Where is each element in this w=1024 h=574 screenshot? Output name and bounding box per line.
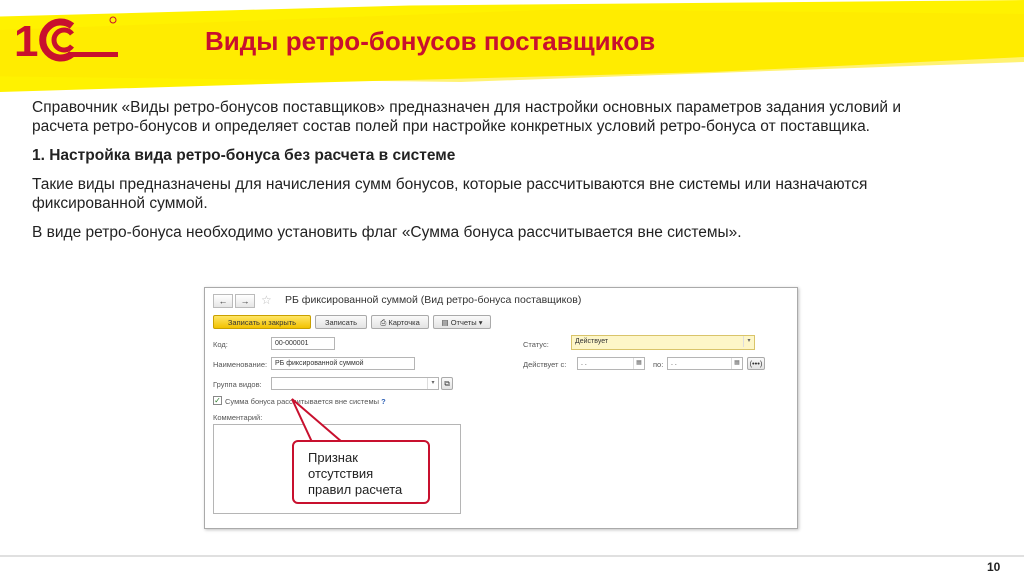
valid-to-value: . . <box>671 360 677 367</box>
name-label: Наименование: <box>213 360 268 369</box>
favorite-star-icon[interactable]: ☆ <box>261 293 272 307</box>
status-label: Статус: <box>523 340 549 349</box>
form-title: РБ фиксированной суммой (Вид ретро-бонус… <box>285 294 582 306</box>
slide-body: Справочник «Виды ретро-бонусов поставщик… <box>32 98 932 252</box>
group-field[interactable]: ▾ <box>271 377 439 390</box>
callout-box: Признак отсутствия правил расчета <box>292 440 430 504</box>
svg-text:1: 1 <box>14 17 38 64</box>
status-value: Действует <box>575 338 609 345</box>
calendar-icon[interactable]: ▦ <box>731 358 742 369</box>
intro-paragraph: Справочник «Виды ретро-бонусов поставщик… <box>32 99 902 135</box>
valid-from-label: Действует с: <box>523 360 567 369</box>
valid-from-value: . . <box>581 360 587 367</box>
valid-from-field[interactable]: . . ▦ <box>577 357 645 370</box>
reports-button-label: Отчеты <box>450 318 477 327</box>
valid-to-field[interactable]: . . ▦ <box>667 357 743 370</box>
report-icon: ▤ <box>441 318 451 327</box>
save-and-close-button[interactable]: Записать и закрыть <box>213 315 311 329</box>
callout-pointer-icon <box>291 398 345 443</box>
card-button-label: Карточка <box>388 318 420 327</box>
open-link-icon[interactable]: ⧉ <box>441 377 453 390</box>
help-icon[interactable]: ? <box>381 397 386 406</box>
code-label: Код: <box>213 340 228 349</box>
instruction-paragraph: В виде ретро-бонуса необходимо установит… <box>32 224 742 241</box>
page-number: 10 <box>987 560 1001 574</box>
callout-line-2: отсутствия <box>308 466 374 481</box>
section-heading: 1. Настройка вида ретро-бонуса без расче… <box>32 147 456 164</box>
chevron-down-icon[interactable]: ▾ <box>743 336 754 347</box>
description-paragraph: Такие виды предназначены для начисления … <box>32 176 868 212</box>
valid-to-label: по: <box>653 360 664 369</box>
back-button[interactable]: ← <box>213 294 233 308</box>
1c-logo-icon: 1 <box>14 16 118 64</box>
save-button[interactable]: Записать <box>315 315 367 329</box>
footer-divider <box>0 555 1024 557</box>
period-select-button[interactable]: (•••) <box>747 357 765 370</box>
chevron-down-icon[interactable]: ▾ <box>427 378 438 389</box>
status-select[interactable]: Действует ▾ <box>571 335 755 350</box>
callout-line-1: Признак <box>308 450 358 465</box>
reports-button[interactable]: ▤ Отчеты ▾ <box>433 315 491 329</box>
code-field[interactable]: 00-000001 <box>271 337 335 350</box>
callout-line-3: правил расчета <box>308 482 403 497</box>
comment-label: Комментарий: <box>213 413 263 422</box>
forward-button[interactable]: → <box>235 294 255 308</box>
name-field[interactable]: РБ фиксированной суммой <box>271 357 415 370</box>
bonus-outside-system-checkbox[interactable]: ✓ <box>213 396 222 405</box>
calendar-icon[interactable]: ▦ <box>633 358 644 369</box>
card-button[interactable]: ⎙ Карточка <box>371 315 429 329</box>
group-label: Группа видов: <box>213 380 262 389</box>
slide-title: Виды ретро-бонусов поставщиков <box>205 26 656 56</box>
chevron-down-icon: ▾ <box>476 318 483 327</box>
